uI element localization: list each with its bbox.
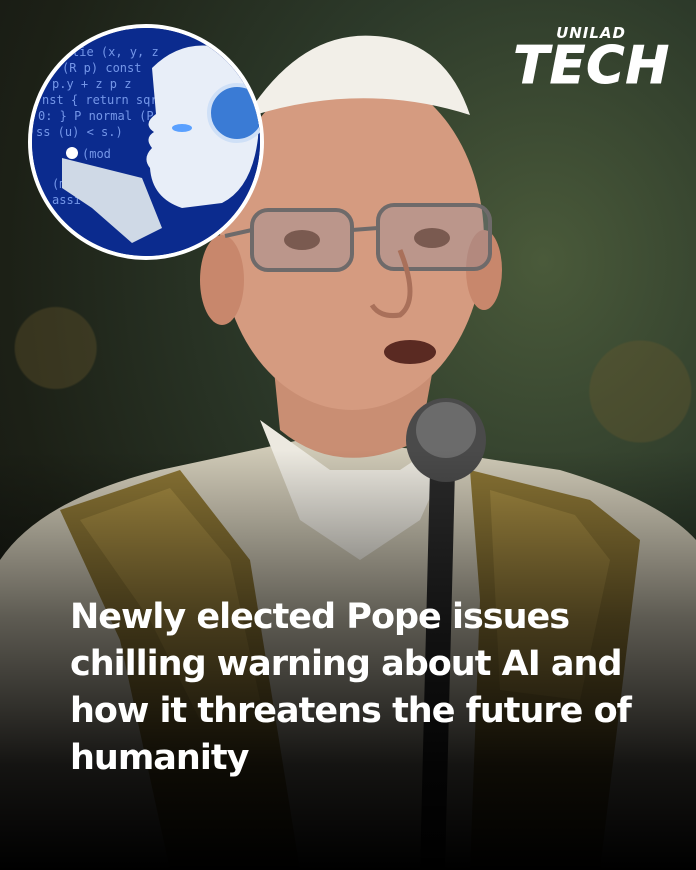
brand-main-text: TECH [513,36,670,96]
brand-logo: UNILAD TECH [513,24,670,96]
glow-dot [66,147,78,159]
glasses-bridge [351,226,379,232]
mouth [384,340,436,364]
eye-right [414,228,450,248]
code-line: tie (x, y, z [72,45,159,59]
ear-left [200,235,244,325]
code-line: 0: } P normal (P p [38,109,168,123]
robot-illustration: tie (x, y, z (R p) const p.y + z p z nst… [32,28,260,256]
robot-inset-image: tie (x, y, z (R p) const p.y + z p z nst… [28,24,264,260]
code-line: p.y + z p z [52,77,131,91]
code-line: nst { return sqrt [42,93,165,107]
robot-eye [172,124,192,132]
eye-left [284,230,320,250]
code-line: (mod [82,147,111,161]
code-line: (R p) const [62,61,141,75]
headline: Newly elected Pope issues chilling warni… [70,597,632,778]
post-card: tie (x, y, z (R p) const p.y + z p z nst… [0,0,696,870]
code-line: ss (u) < s.) [36,125,123,139]
